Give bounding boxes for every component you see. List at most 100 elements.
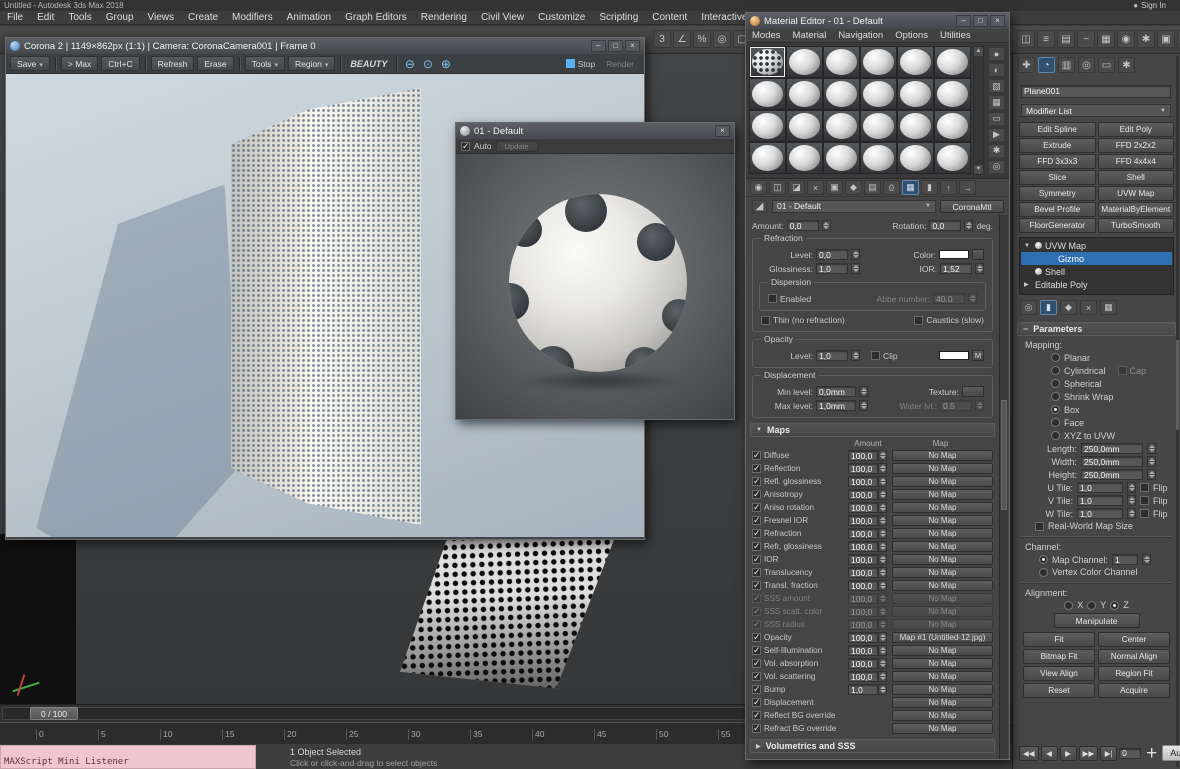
map-enable-checkbox[interactable]	[752, 542, 761, 551]
map-amount-input[interactable]: 100,0	[848, 476, 878, 487]
tile-input[interactable]: 1,0	[1077, 508, 1123, 519]
map-enable-checkbox[interactable]	[752, 503, 761, 512]
spinner[interactable]	[878, 567, 887, 578]
menu-item[interactable]: Views	[141, 11, 182, 24]
spinner[interactable]	[1147, 469, 1156, 480]
map-enable-checkbox[interactable]	[752, 672, 761, 681]
go-to-end-button[interactable]: ▶|	[1100, 746, 1117, 761]
map-slot-button[interactable]: No Map	[892, 515, 993, 526]
menu-item[interactable]: Utilities	[934, 29, 977, 42]
material-type-button[interactable]: CoronaMtl	[940, 200, 1004, 213]
menu-item[interactable]: Edit	[30, 11, 61, 24]
update-button[interactable]: Update	[496, 141, 538, 152]
map-enable-checkbox[interactable]	[752, 451, 761, 460]
material-name-dropdown[interactable]: 01 - Default	[772, 200, 936, 213]
modifier-button[interactable]: TurboSmooth	[1098, 218, 1175, 233]
put-material-to-scene-icon[interactable]: ◫	[769, 180, 786, 195]
spinner[interactable]	[851, 249, 860, 260]
map-enable-checkbox[interactable]	[752, 685, 761, 694]
map-slot-button[interactable]: No Map	[892, 658, 993, 669]
map-amount-input[interactable]: 100,0	[848, 606, 878, 617]
material-sample-slot[interactable]	[786, 142, 823, 174]
refraction-color-map-button[interactable]	[972, 249, 984, 260]
spinner[interactable]	[822, 220, 831, 231]
map-slot-button[interactable]: No Map	[892, 671, 993, 682]
spinner[interactable]	[878, 515, 887, 526]
previous-frame-button[interactable]: ◀	[1041, 746, 1058, 761]
reset-map-icon[interactable]: ×	[807, 180, 824, 195]
map-slot-button[interactable]: No Map	[892, 554, 993, 565]
map-slot-button[interactable]: No Map	[892, 723, 993, 734]
spinner[interactable]	[1147, 443, 1156, 454]
layer-manager-icon[interactable]: ▤	[1057, 30, 1075, 48]
go-to-parent-icon[interactable]: ↑	[940, 180, 957, 195]
map-enable-checkbox[interactable]	[752, 594, 761, 603]
menu-item[interactable]: Create	[181, 11, 225, 24]
map-enable-checkbox[interactable]	[752, 477, 761, 486]
remove-modifier-icon[interactable]: ×	[1080, 300, 1097, 315]
modifier-button[interactable]: Slice	[1019, 170, 1096, 185]
axis-radio[interactable]	[1087, 601, 1096, 610]
alignment-button[interactable]: Bitmap Fit	[1023, 649, 1095, 664]
map-channel-radio[interactable]	[1039, 555, 1048, 564]
show-end-result-icon[interactable]: ▮	[921, 180, 938, 195]
make-material-copy-icon[interactable]: ▣	[826, 180, 843, 195]
material-sample-slot[interactable]	[749, 46, 786, 78]
modifier-list-dropdown[interactable]: Modifier List	[1021, 104, 1171, 117]
menu-item[interactable]: Customize	[531, 11, 592, 24]
dimension-input[interactable]: 250,0mm	[1081, 469, 1143, 480]
assign-material-to-selection-icon[interactable]: ◪	[788, 180, 805, 195]
material-sample-slot[interactable]	[823, 110, 860, 142]
refresh-button[interactable]: Refresh	[151, 56, 195, 71]
spinner[interactable]	[878, 645, 887, 656]
spinner[interactable]	[878, 593, 887, 604]
map-enable-checkbox[interactable]	[752, 490, 761, 499]
perforated-plane-object[interactable]	[395, 528, 622, 694]
opacity-color-swatch[interactable]	[939, 351, 969, 360]
motion-tab-icon[interactable]: ◎	[1078, 57, 1095, 73]
modifier-button[interactable]: FFD 2x2x2	[1098, 138, 1175, 153]
manipulate-button[interactable]: Manipulate	[1054, 613, 1140, 628]
schematic-view-icon[interactable]: ▦	[1097, 30, 1115, 48]
material-sample-slot[interactable]	[934, 142, 971, 174]
spinner[interactable]	[878, 658, 887, 669]
cap-checkbox[interactable]	[1118, 366, 1127, 375]
pin-stack-icon[interactable]: ◎	[1020, 300, 1037, 315]
map-amount-input[interactable]: 100,0	[848, 619, 878, 630]
spinner[interactable]	[975, 263, 984, 274]
caustics-checkbox[interactable]	[914, 316, 923, 325]
refraction-glossiness-input[interactable]: 1,0	[816, 263, 848, 274]
max-button[interactable]: > Max	[61, 56, 98, 71]
spinner[interactable]	[878, 671, 887, 682]
mapping-radio[interactable]	[1051, 353, 1060, 362]
map-enable-checkbox[interactable]	[752, 568, 761, 577]
axis-radio[interactable]	[1110, 601, 1119, 610]
menu-item[interactable]: Scripting	[592, 11, 645, 24]
material-sample-slot[interactable]	[897, 142, 934, 174]
map-enable-checkbox[interactable]	[752, 555, 761, 564]
map-amount-input[interactable]: 100,0	[848, 554, 878, 565]
maximize-icon[interactable]: □	[608, 40, 623, 52]
make-preview-icon[interactable]: ▶	[988, 128, 1005, 142]
rendered-frame-window-icon[interactable]: ▣	[1157, 30, 1175, 48]
material-sample-slot[interactable]	[860, 46, 897, 78]
displacement-min-input[interactable]: 0,0mm	[816, 386, 856, 397]
tile-input[interactable]: 1,0	[1077, 495, 1123, 506]
map-enable-checkbox[interactable]	[752, 581, 761, 590]
menu-item[interactable]: Material	[787, 29, 833, 42]
scroll-down-icon[interactable]	[974, 165, 983, 174]
spinner[interactable]	[878, 606, 887, 617]
axis-radio[interactable]	[1064, 601, 1073, 610]
menu-item[interactable]: File	[0, 11, 30, 24]
modifier-button[interactable]: Bevel Profile	[1019, 202, 1096, 217]
alignment-button[interactable]: Region Fit	[1098, 666, 1170, 681]
modifier-button[interactable]: Edit Spline	[1019, 122, 1096, 137]
vfb-titlebar[interactable]: Corona 2 | 1149×862px (1:1) | Camera: Co…	[6, 38, 644, 54]
auto-key-button[interactable]: Auto	[1162, 745, 1180, 761]
map-enable-checkbox[interactable]	[752, 464, 761, 473]
map-amount-input[interactable]: 100,0	[848, 658, 878, 669]
flip-checkbox[interactable]	[1140, 483, 1149, 492]
mirror-icon[interactable]: ◫	[1017, 30, 1035, 48]
real-world-checkbox[interactable]	[1035, 522, 1044, 531]
mapping-radio[interactable]	[1051, 366, 1060, 375]
